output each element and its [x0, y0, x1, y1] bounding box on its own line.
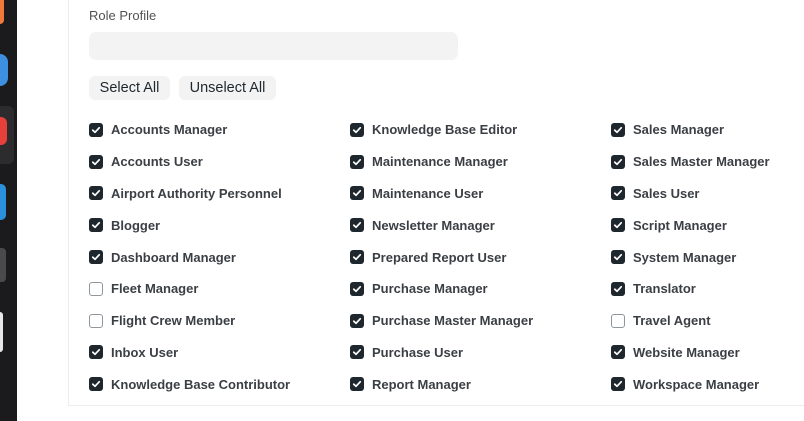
checkbox-checked-icon[interactable] [350, 154, 364, 169]
role-checkbox-item[interactable]: Knowledge Base Editor [350, 114, 611, 146]
role-label: Knowledge Base Editor [372, 122, 518, 138]
role-checkbox-item[interactable]: Airport Authority Personnel [89, 178, 350, 210]
role-checkbox-item[interactable]: Maintenance User [350, 178, 611, 210]
role-checkbox-item[interactable]: Purchase User [350, 337, 611, 369]
role-profile-label: Role Profile [89, 8, 157, 23]
checkbox-checked-icon[interactable] [611, 345, 625, 360]
role-checkbox-item[interactable]: Script Manager [611, 209, 801, 241]
role-checkbox-item[interactable]: Purchase Manager [350, 273, 611, 305]
checkbox-checked-icon[interactable] [611, 122, 625, 137]
role-checkbox-item[interactable]: Sales Manager [611, 114, 801, 146]
role-label: Maintenance User [372, 185, 484, 201]
checkbox-unchecked-icon[interactable] [89, 313, 103, 328]
app-dock [0, 0, 17, 421]
role-label: Flight Crew Member [111, 313, 236, 329]
role-checkbox-item[interactable]: Website Manager [611, 337, 801, 369]
checkbox-checked-icon[interactable] [89, 218, 103, 233]
checkbox-unchecked-icon[interactable] [611, 313, 625, 328]
role-checkbox-item[interactable]: Dashboard Manager [89, 241, 350, 273]
role-checkbox-item[interactable]: Sales Master Manager [611, 146, 801, 178]
role-label: Knowledge Base Contributor [111, 376, 291, 392]
dock-app-icon[interactable] [0, 54, 8, 86]
checkbox-checked-icon[interactable] [350, 122, 364, 137]
checkbox-checked-icon[interactable] [89, 377, 103, 392]
dock-app-icon[interactable] [0, 184, 6, 220]
role-checkbox-item[interactable]: Sales User [611, 178, 801, 210]
unselect-all-button[interactable]: Unselect All [179, 76, 276, 100]
role-label: Purchase Master Manager [372, 313, 534, 329]
role-label: Script Manager [633, 217, 727, 233]
role-checkbox-item[interactable]: Prepared Report User [350, 241, 611, 273]
role-label: Website Manager [633, 344, 740, 360]
role-checkbox-item[interactable]: Flight Crew Member [89, 305, 350, 337]
role-checkbox-item[interactable]: Accounts Manager [89, 114, 350, 146]
role-label: Blogger [111, 217, 161, 233]
role-checkbox-item[interactable]: System Manager [611, 241, 801, 273]
role-label: Workspace Manager [633, 376, 760, 392]
role-label: System Manager [633, 249, 737, 265]
checkbox-checked-icon[interactable] [89, 250, 103, 265]
checkbox-checked-icon[interactable] [611, 186, 625, 201]
role-label: Inbox User [111, 344, 179, 360]
role-profile-input[interactable] [89, 32, 458, 60]
role-checkbox-item[interactable]: Translator [611, 273, 801, 305]
checkbox-checked-icon[interactable] [89, 154, 103, 169]
checkbox-checked-icon[interactable] [350, 250, 364, 265]
role-checkbox-item[interactable]: Purchase Master Manager [350, 305, 611, 337]
dock-app-icon[interactable] [0, 312, 3, 352]
role-label: Sales Master Manager [633, 154, 770, 170]
checkbox-checked-icon[interactable] [89, 122, 103, 137]
role-label: Travel Agent [633, 313, 711, 329]
role-checkbox-item[interactable]: Accounts User [89, 146, 350, 178]
checkbox-checked-icon[interactable] [611, 377, 625, 392]
role-checkbox-item[interactable]: Inbox User [89, 337, 350, 369]
checkbox-checked-icon[interactable] [350, 281, 364, 296]
role-label: Dashboard Manager [111, 249, 236, 265]
role-label: Airport Authority Personnel [111, 185, 282, 201]
role-checkbox-item[interactable]: Maintenance Manager [350, 146, 611, 178]
role-label: Accounts Manager [111, 122, 228, 138]
role-label: Sales User [633, 185, 700, 201]
roles-checkbox-grid: Accounts Manager Knowledge Base Editor Sal… [89, 114, 801, 400]
role-checkbox-item[interactable]: Blogger [89, 209, 350, 241]
role-checkbox-item[interactable]: Knowledge Base Contributor [89, 368, 350, 400]
checkbox-checked-icon[interactable] [89, 186, 103, 201]
dock-app-icon[interactable] [0, 0, 4, 24]
role-checkbox-item[interactable]: Report Manager [350, 368, 611, 400]
role-checkbox-item[interactable]: Travel Agent [611, 305, 801, 337]
checkbox-checked-icon[interactable] [611, 218, 625, 233]
checkbox-checked-icon[interactable] [350, 218, 364, 233]
checkbox-checked-icon[interactable] [350, 186, 364, 201]
role-label: Newsletter Manager [372, 217, 495, 233]
role-checkbox-item[interactable]: Fleet Manager [89, 273, 350, 305]
checkbox-unchecked-icon[interactable] [89, 281, 103, 296]
checkbox-checked-icon[interactable] [611, 281, 625, 296]
dock-app-icon[interactable] [0, 117, 7, 145]
role-checkbox-item[interactable]: Workspace Manager [611, 368, 801, 400]
checkbox-checked-icon[interactable] [611, 154, 625, 169]
role-label: Report Manager [372, 376, 471, 392]
role-label: Prepared Report User [372, 249, 507, 265]
dock-app-icon[interactable] [0, 248, 6, 282]
role-checkbox-item[interactable]: Newsletter Manager [350, 209, 611, 241]
select-all-button[interactable]: Select All [89, 76, 170, 100]
checkbox-checked-icon[interactable] [611, 250, 625, 265]
role-label: Maintenance Manager [372, 154, 508, 170]
role-label: Purchase User [372, 344, 464, 360]
checkbox-checked-icon[interactable] [89, 345, 103, 360]
role-label: Translator [633, 281, 696, 297]
role-label: Purchase Manager [372, 281, 488, 297]
checkbox-checked-icon[interactable] [350, 377, 364, 392]
checkbox-checked-icon[interactable] [350, 313, 364, 328]
role-label: Accounts User [111, 154, 203, 170]
checkbox-checked-icon[interactable] [350, 345, 364, 360]
role-label: Sales Manager [633, 122, 725, 138]
role-label: Fleet Manager [111, 281, 199, 297]
